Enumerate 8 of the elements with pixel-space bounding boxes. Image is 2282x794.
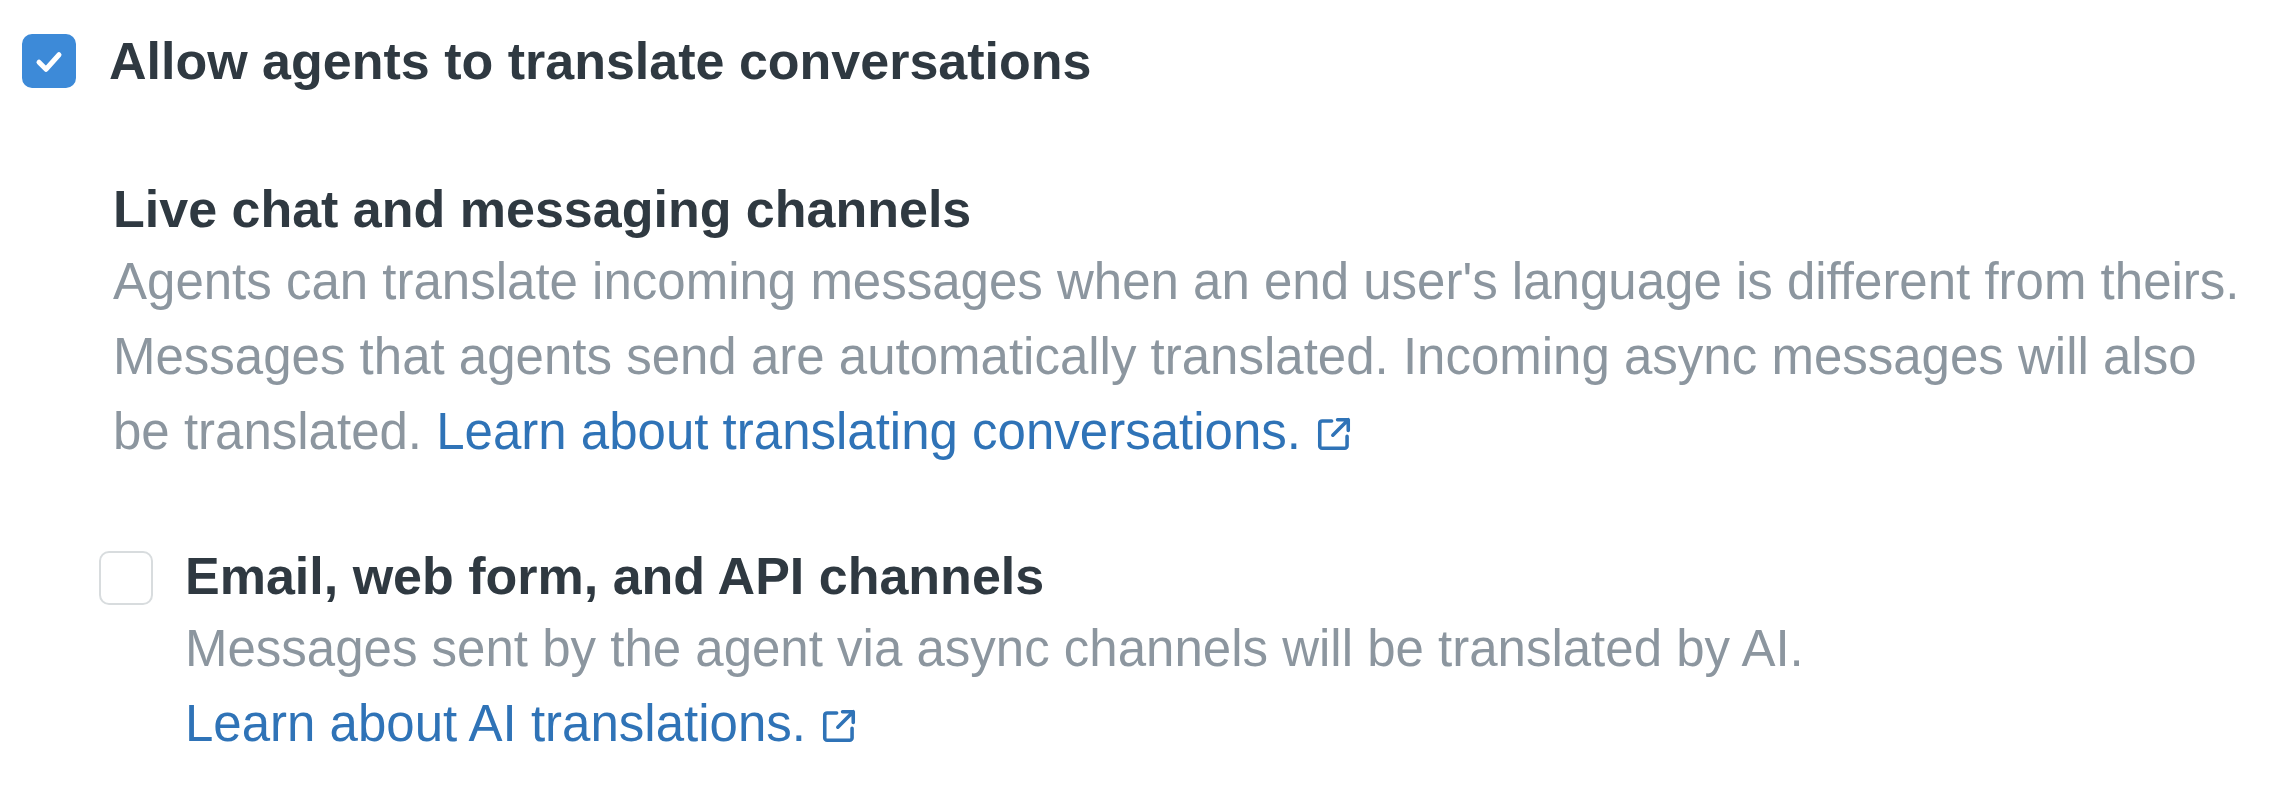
description: Messages sent by the agent via async channels will be translated by AI. Learn about AI translations. [185, 619, 1805, 754]
description: Agents can translate incoming messages when an end user's language is different from theirs. Messages that agents send are automatically translated. Incoming async messages will also be translated. Learn about translating conversations. [113, 252, 2241, 462]
learn-more-link[interactable]: Learn about translating conversations. [436, 403, 1301, 460]
learn-more-link[interactable]: Learn about AI translations. [185, 695, 806, 752]
checkbox[interactable] [22, 34, 76, 88]
section-heading: Email, web form, and API channels [185, 546, 1046, 607]
option-label: Allow agents to translate conversations [109, 34, 1092, 88]
section-heading: Live chat and messaging channels [113, 179, 973, 240]
